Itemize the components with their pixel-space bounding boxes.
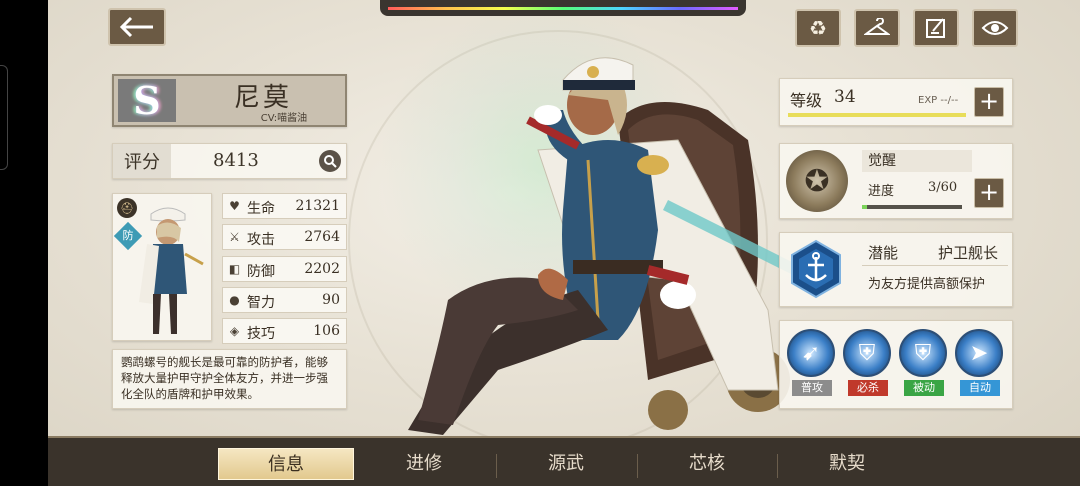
anchor-icon: [788, 239, 844, 299]
brain-icon: ●: [229, 293, 240, 307]
view-button[interactable]: [972, 9, 1018, 47]
stat-label: 技巧: [247, 326, 275, 342]
wardrobe-button[interactable]: [854, 9, 900, 47]
level-panel: 等级 34 EXP --/-- +: [779, 78, 1013, 126]
divider: [862, 265, 1008, 266]
back-button[interactable]: [108, 8, 166, 46]
potential-name: 护卫舰长: [938, 244, 999, 262]
shield-icon: ◧: [228, 262, 241, 276]
search-icon: [324, 155, 337, 168]
skill-normal[interactable]: ➹ 普攻: [786, 329, 836, 396]
tab-training[interactable]: 进修: [356, 448, 492, 480]
chibi-figure: [139, 207, 204, 334]
awaken-progress-fill: [862, 205, 867, 209]
plus-icon: +: [978, 87, 1000, 115]
score-value: 8413: [213, 150, 259, 171]
stat-label: 防御: [247, 264, 275, 280]
awaken-progress-label: 进度: [868, 184, 895, 199]
skill-tag: 必杀: [848, 380, 888, 396]
hanger-icon: [864, 18, 890, 35]
arrow-left-icon: [119, 16, 153, 38]
stat-label: 生命: [247, 201, 275, 217]
awaken-title: 觉醒: [862, 150, 972, 172]
device-edge-knob: [0, 65, 8, 170]
stat-skill: ◈ 技巧 106: [222, 318, 347, 344]
passive-icon: ⛨: [899, 329, 947, 377]
character-name-plate: S 尼莫 CV:喵酱油: [112, 74, 347, 127]
tab-source-weapon[interactable]: 源武: [498, 448, 634, 480]
tab-bond[interactable]: 默契: [779, 448, 915, 480]
character-info-screen: ♻ S 尼莫 CV:喵酱油 评分 8413 ⛑ 防 ♥ 生命 21321 ⚔ 攻…: [48, 0, 1080, 486]
recycle-button[interactable]: ♻: [795, 9, 841, 47]
character-cv: CV:喵酱油: [260, 113, 308, 124]
device-edge: [0, 0, 48, 486]
awaken-medal-icon[interactable]: ✪: [786, 150, 848, 212]
level-value: 34: [834, 87, 856, 107]
stat-label: 智力: [247, 295, 275, 311]
ultimate-icon: ⛨: [843, 329, 891, 377]
character-description: 鹦鹉螺号的舰长是最可靠的防护者，能够释放大量护甲守护全体友方，并进一步强化全队的…: [112, 349, 347, 409]
exp-bar: [788, 113, 966, 117]
skill-ultimate[interactable]: ⛨ 必杀: [842, 329, 892, 396]
stat-value: 90: [322, 292, 340, 308]
skill-tag: 自动: [960, 380, 1000, 396]
score-panel: 评分 8413: [112, 143, 347, 179]
divider: [637, 454, 638, 478]
stat-value: 106: [313, 323, 340, 339]
potential-panel[interactable]: 潜能 护卫舰长 为友方提供高额保护: [779, 232, 1013, 307]
rainbow-strip: [388, 7, 738, 10]
stat-hp: ♥ 生命 21321: [222, 193, 347, 219]
edit-button[interactable]: [913, 9, 959, 47]
edit-note-icon: [926, 18, 945, 38]
normal-attack-icon: ➹: [787, 329, 835, 377]
auto-icon: ➤: [955, 329, 1003, 377]
rank-badge: S: [118, 78, 176, 123]
potential-description: 为友方提供高额保护: [868, 277, 986, 292]
character-artwork: [408, 57, 828, 435]
plus-icon: +: [978, 178, 1000, 206]
eye-icon: [981, 21, 1009, 35]
stat-defense: ◧ 防御 2202: [222, 256, 347, 282]
level-label: 等级: [790, 91, 823, 110]
stat-label: 攻击: [247, 232, 275, 248]
skill-auto[interactable]: ➤ 自动: [954, 329, 1004, 396]
rank-letter: S: [133, 78, 161, 123]
stat-attack: ⚔ 攻击 2764: [222, 224, 347, 250]
potential-label: 潜能: [868, 244, 899, 262]
recycle-icon: ♻: [809, 16, 827, 40]
level-up-button[interactable]: +: [974, 87, 1004, 117]
bottom-nav: 信息 进修 源武 芯核 默契: [48, 436, 1080, 486]
score-label: 评分: [113, 144, 171, 178]
sword-icon: ⚔: [229, 230, 240, 244]
book-icon: ◈: [229, 324, 240, 338]
skill-passive[interactable]: ⛨ 被动: [898, 329, 948, 396]
awaken-panel: ✪ 觉醒 进度 3/60 +: [779, 143, 1013, 219]
stat-value: 21321: [295, 198, 340, 214]
skill-tag: 被动: [904, 380, 944, 396]
score-detail-button[interactable]: [319, 150, 341, 172]
divider: [777, 454, 778, 478]
skill-tag: 普攻: [792, 380, 832, 396]
tab-info[interactable]: 信息: [218, 448, 354, 480]
exp-text: EXP --/--: [918, 95, 959, 106]
stat-value: 2764: [304, 229, 340, 245]
awaken-button[interactable]: +: [974, 178, 1004, 208]
skills-panel: ➹ 普攻 ⛨ 必杀 ⛨ 被动 ➤ 自动: [779, 320, 1013, 409]
character-portrait[interactable]: ⛑ 防: [112, 193, 212, 341]
divider: [496, 454, 497, 478]
heart-icon: ♥: [229, 199, 240, 213]
awaken-progress-bar: [862, 205, 962, 209]
stat-value: 2202: [304, 261, 340, 277]
tab-core[interactable]: 芯核: [639, 448, 775, 480]
stat-intellect: ● 智力 90: [222, 287, 347, 313]
awaken-progress-value: 3/60: [928, 180, 958, 195]
